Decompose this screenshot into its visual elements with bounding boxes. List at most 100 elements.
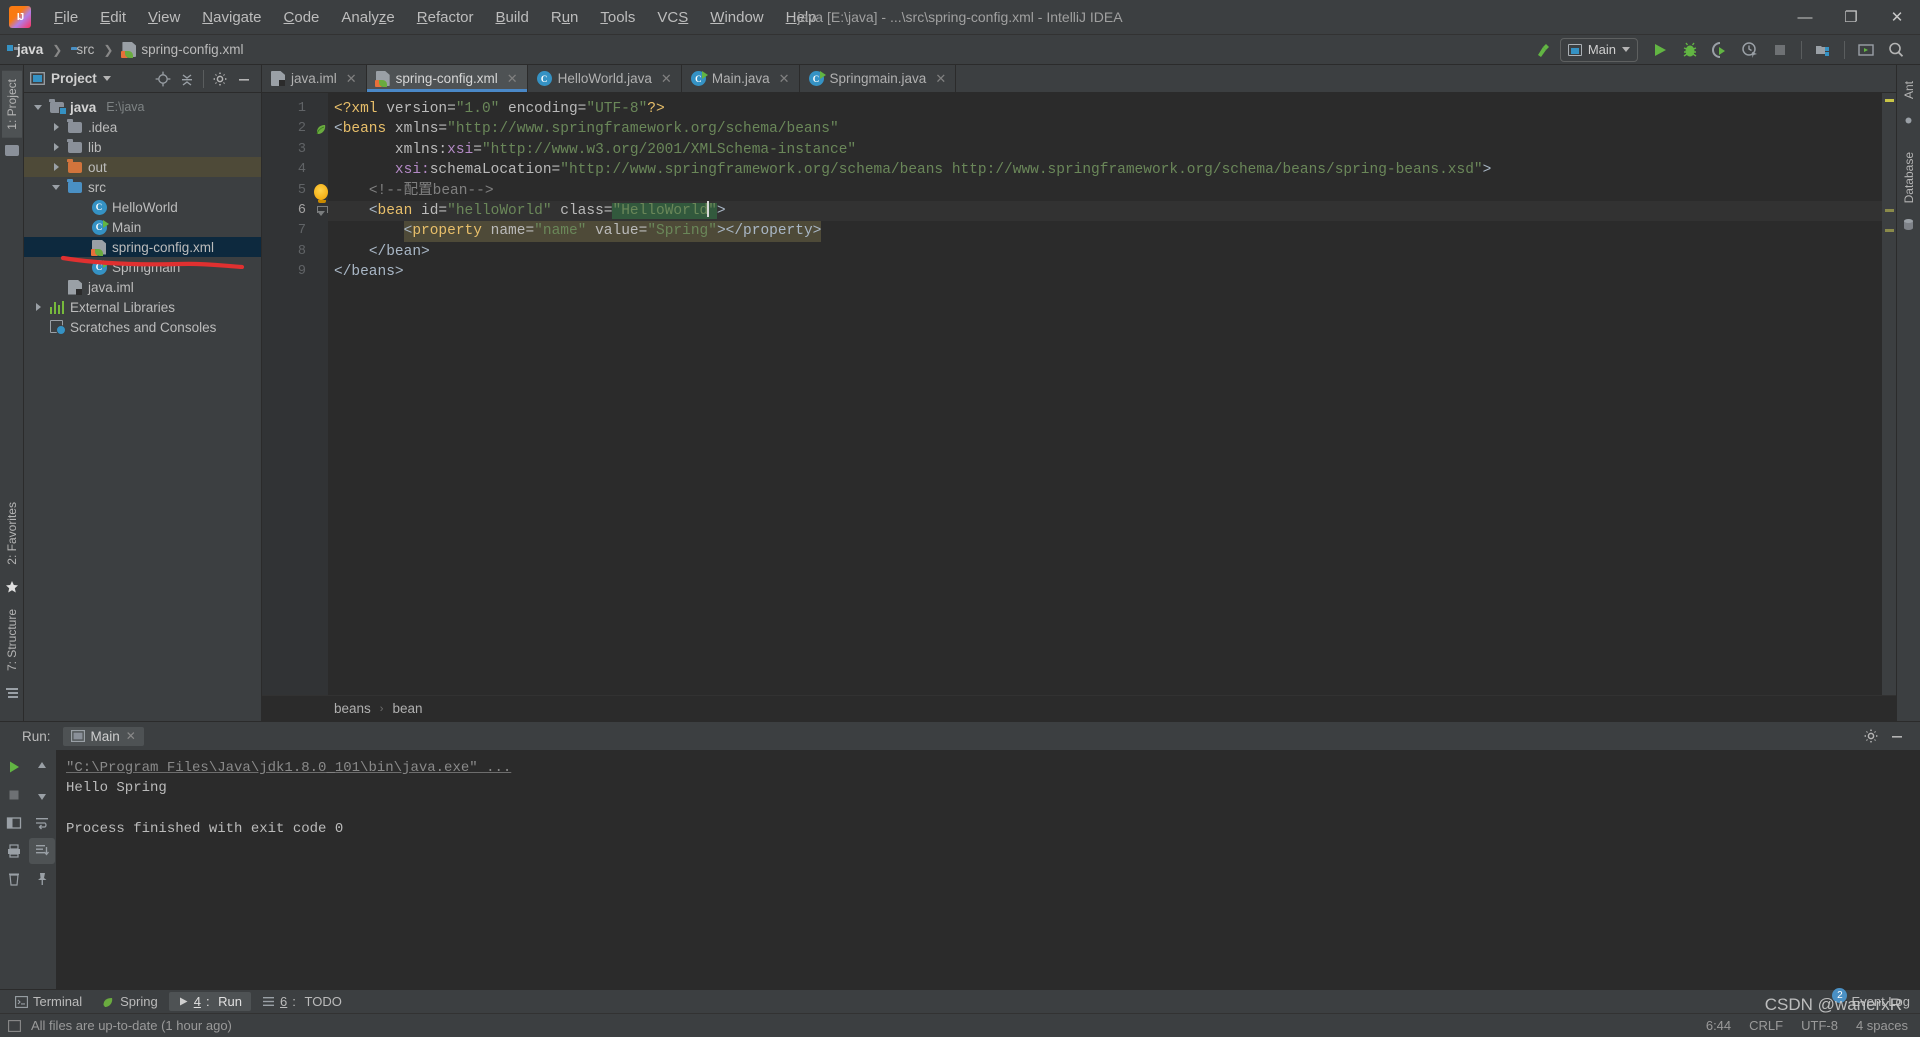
editor-tab-main-java[interactable]: C Main.java ✕ <box>682 65 800 92</box>
run-tab-close-icon[interactable]: ✕ <box>126 729 136 743</box>
tree-item-idea[interactable]: .idea <box>24 117 261 137</box>
event-log-label[interactable]: Event Log <box>1851 994 1910 1009</box>
editor-tab-close-icon[interactable]: ✕ <box>507 71 518 87</box>
gear-icon[interactable] <box>209 69 231 89</box>
menu-code[interactable]: Code <box>273 5 331 30</box>
chevron-down-icon[interactable] <box>32 104 44 110</box>
editor-breadcrumb-root[interactable]: beans <box>334 701 371 716</box>
run-tab-main[interactable]: Main ✕ <box>62 726 144 746</box>
run-configuration-selector[interactable]: Main <box>1559 37 1638 62</box>
project-structure-icon[interactable] <box>1809 38 1837 62</box>
rerun-icon[interactable] <box>1 754 27 780</box>
tool-window-terminal[interactable]: Terminal <box>6 992 91 1011</box>
menu-run[interactable]: Run <box>540 5 590 30</box>
menu-window[interactable]: Window <box>699 5 774 30</box>
editor-tab-spring-config-xml[interactable]: spring-config.xml ✕ <box>366 65 528 92</box>
chevron-right-icon[interactable] <box>32 303 44 311</box>
close-button[interactable]: ✕ <box>1874 0 1920 34</box>
pin-icon[interactable] <box>29 866 55 892</box>
intention-bulb-icon[interactable] <box>314 181 328 203</box>
menu-tools[interactable]: Tools <box>589 5 646 30</box>
editor-tab-close-icon[interactable]: ✕ <box>935 71 946 87</box>
tree-item-src[interactable]: src <box>24 177 261 197</box>
menu-view[interactable]: View <box>137 5 191 30</box>
sidebar-tab-project[interactable]: 1: Project <box>1 71 22 138</box>
sidebar-tab-ant[interactable]: Ant <box>1899 73 1919 107</box>
file-encoding[interactable]: UTF-8 <box>1801 1018 1838 1033</box>
tool-window-run[interactable]: 4: Run <box>168 992 252 1011</box>
menu-help[interactable]: Help <box>775 5 828 30</box>
maximize-button[interactable]: ❐ <box>1828 0 1874 34</box>
chevron-down-icon[interactable] <box>50 184 62 190</box>
fold-collapse-bean[interactable] <box>314 201 328 221</box>
tree-item-out[interactable]: out <box>24 157 261 177</box>
tool-window-spring[interactable]: Spring <box>93 992 167 1011</box>
code-editor[interactable]: <?xml version="1.0" encoding="UTF-8"?> <… <box>328 93 1882 695</box>
run-hide-icon[interactable] <box>1886 726 1908 746</box>
updates-icon[interactable] <box>1852 38 1880 62</box>
tree-item-lib[interactable]: lib <box>24 137 261 157</box>
stop-icon[interactable] <box>1 782 27 808</box>
editor-tab-helloworld-java[interactable]: C HelloWorld.java ✕ <box>528 65 682 92</box>
menu-vcs[interactable]: VCS <box>646 5 699 30</box>
window-controls: — ❐ ✕ <box>1782 0 1920 34</box>
up-arrow-icon[interactable] <box>29 754 55 780</box>
tree-item-spring-config-xml[interactable]: spring-config.xml <box>24 237 261 257</box>
run-console-output[interactable]: "C:\Program Files\Java\jdk1.8.0_101\bin\… <box>56 750 1920 989</box>
profiler-icon[interactable] <box>1736 38 1764 62</box>
search-icon[interactable] <box>1882 38 1910 62</box>
sidebar-tab-database[interactable]: Database <box>1899 144 1919 211</box>
breadcrumb-file[interactable]: spring-config.xml <box>118 41 247 58</box>
tree-item-java[interactable]: java E:\java <box>24 97 261 117</box>
chevron-right-icon[interactable] <box>50 123 62 131</box>
tree-item-java-iml[interactable]: java.iml <box>24 277 261 297</box>
caret-position[interactable]: 6:44 <box>1706 1018 1731 1033</box>
editor-breadcrumb-child[interactable]: bean <box>392 701 422 716</box>
hide-icon[interactable] <box>233 69 255 89</box>
run-settings-gear-icon[interactable] <box>1860 726 1882 746</box>
breadcrumb-project[interactable]: java <box>8 41 47 58</box>
tree-item-main[interactable]: C Main <box>24 217 261 237</box>
build-icon[interactable] <box>1530 38 1558 62</box>
menu-build[interactable]: Build <box>484 5 539 30</box>
run-with-coverage-icon[interactable] <box>1706 38 1734 62</box>
editor-tab-close-icon[interactable]: ✕ <box>346 71 357 87</box>
event-log-badge[interactable]: 2 <box>1832 988 1848 1003</box>
indent-setting[interactable]: 4 spaces <box>1856 1018 1908 1033</box>
project-panel-chevron-down-icon[interactable] <box>102 76 111 81</box>
tool-window-todo[interactable]: 6: TODO <box>253 992 351 1011</box>
chevron-right-icon[interactable] <box>50 143 62 151</box>
debug-icon[interactable] <box>1676 38 1704 62</box>
locate-icon[interactable] <box>152 69 174 89</box>
editor-tab-springmain-java[interactable]: C Springmain.java ✕ <box>800 65 957 92</box>
trash-icon[interactable] <box>1 866 27 892</box>
tree-item-springmain[interactable]: C Springmain <box>24 257 261 277</box>
soft-wrap-icon[interactable] <box>29 810 55 836</box>
tree-item-external-libraries[interactable]: External Libraries <box>24 297 261 317</box>
line-separator[interactable]: CRLF <box>1749 1018 1783 1033</box>
breadcrumb-folder[interactable]: src <box>67 41 98 58</box>
menu-file[interactable]: File <box>43 5 89 30</box>
run-icon[interactable] <box>1646 38 1674 62</box>
layout-icon[interactable] <box>1 810 27 836</box>
menu-edit[interactable]: Edit <box>89 5 137 30</box>
print-icon[interactable] <box>1 838 27 864</box>
tree-item-helloworld[interactable]: C HelloWorld <box>24 197 261 217</box>
collapse-all-icon[interactable] <box>176 69 198 89</box>
editor-tab-close-icon[interactable]: ✕ <box>779 71 790 87</box>
menu-navigate[interactable]: Navigate <box>191 5 272 30</box>
editor-marker-bar[interactable] <box>1882 93 1896 695</box>
stop-icon[interactable] <box>1766 38 1794 62</box>
sidebar-tab-structure[interactable]: 7: Structure <box>2 601 22 679</box>
chevron-right-icon[interactable] <box>50 163 62 171</box>
minimize-button[interactable]: — <box>1782 0 1828 34</box>
tree-item-scratches-and-consoles[interactable]: Scratches and Consoles <box>24 317 261 337</box>
down-arrow-icon[interactable] <box>29 782 55 808</box>
editor-tab-java-iml[interactable]: java.iml ✕ <box>262 65 367 92</box>
sidebar-tab-favorites[interactable]: 2: Favorites <box>2 494 22 573</box>
scroll-to-end-icon[interactable] <box>29 838 55 864</box>
menu-analyze[interactable]: Analyze <box>330 5 405 30</box>
editor-tab-close-icon[interactable]: ✕ <box>661 71 672 87</box>
menu-refactor[interactable]: Refactor <box>406 5 485 30</box>
spring-bean-gutter-icon[interactable] <box>314 119 328 139</box>
